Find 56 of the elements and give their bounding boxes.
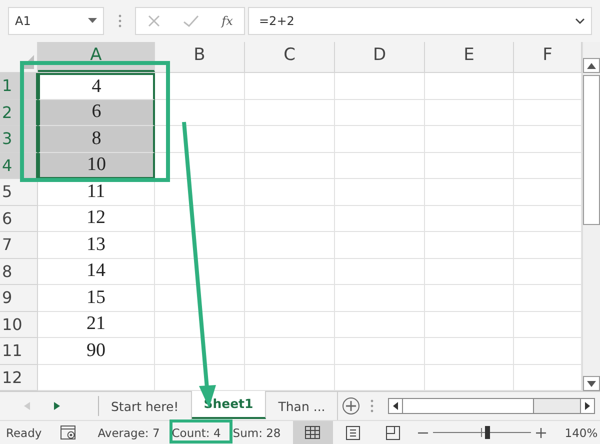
column-header[interactable]: C xyxy=(245,42,335,72)
sum-text: Sum: 28 xyxy=(232,426,281,440)
down-arrow-icon xyxy=(587,380,596,386)
dropdown-icon xyxy=(88,18,97,24)
left-arrow-icon[interactable] xyxy=(393,402,398,410)
check-icon[interactable] xyxy=(183,14,200,28)
column-header[interactable]: B xyxy=(155,42,245,72)
table-cell: 10 xyxy=(38,152,155,179)
sheet-tab[interactable]: Than ... xyxy=(266,392,338,420)
grip-icon xyxy=(118,14,122,28)
add-sheet-icon[interactable] xyxy=(342,397,360,415)
row-header[interactable]: 12 xyxy=(0,364,38,391)
horizontal-scrollbar[interactable] xyxy=(388,398,596,414)
row-header[interactable]: 8 xyxy=(0,258,38,285)
highlight-frame xyxy=(170,420,232,444)
zoom-slider[interactable] xyxy=(432,426,531,439)
table-cell: 8 xyxy=(38,126,155,152)
row-header[interactable]: 5 xyxy=(0,179,38,206)
macro-recorder-icon[interactable] xyxy=(60,424,78,440)
status-text: Ready xyxy=(6,426,42,440)
grip-icon xyxy=(370,399,374,413)
page-icon xyxy=(346,426,360,440)
table-cell: 12 xyxy=(38,206,155,232)
count-text: Count: 4 xyxy=(172,426,221,440)
table-cell: 21 xyxy=(38,312,155,338)
column-header[interactable]: E xyxy=(425,42,514,72)
right-arrow-icon[interactable] xyxy=(585,402,590,410)
scrollbar-thumb[interactable] xyxy=(583,75,600,225)
zoom-slider-thumb[interactable] xyxy=(484,426,490,439)
name-box[interactable]: A1 xyxy=(8,7,104,35)
scroll-down-button[interactable] xyxy=(583,376,600,391)
table-cell: 14 xyxy=(38,258,155,285)
next-sheet-icon[interactable] xyxy=(54,402,60,410)
average-text: Average: 7 xyxy=(98,426,160,440)
scroll-up-button[interactable] xyxy=(583,58,600,73)
row-header[interactable]: 11 xyxy=(0,338,38,364)
table-cell: 90 xyxy=(38,338,155,364)
grid-icon xyxy=(305,426,320,439)
table-cell: 6 xyxy=(38,100,155,126)
normal-view-button[interactable] xyxy=(292,421,333,444)
page-break-icon xyxy=(386,426,400,440)
expand-icon xyxy=(575,18,585,24)
row-header[interactable]: 10 xyxy=(0,312,38,338)
zoom-in-icon[interactable] xyxy=(536,428,546,438)
table-cell: 13 xyxy=(38,232,155,258)
table-cell: 11 xyxy=(38,179,155,206)
column-header[interactable]: D xyxy=(335,42,425,72)
formula-field[interactable]: =2+2 xyxy=(248,7,592,35)
table-cell: 4 xyxy=(38,73,155,100)
row-header[interactable]: 6 xyxy=(0,206,38,232)
row-header[interactable]: 7 xyxy=(0,232,38,258)
row-header[interactable]: 9 xyxy=(0,285,38,312)
zoom-level-text[interactable]: 140% xyxy=(564,426,598,440)
up-arrow-icon xyxy=(587,62,596,68)
insert-function-button[interactable]: fx xyxy=(222,14,233,28)
table-cell: 15 xyxy=(38,285,155,312)
